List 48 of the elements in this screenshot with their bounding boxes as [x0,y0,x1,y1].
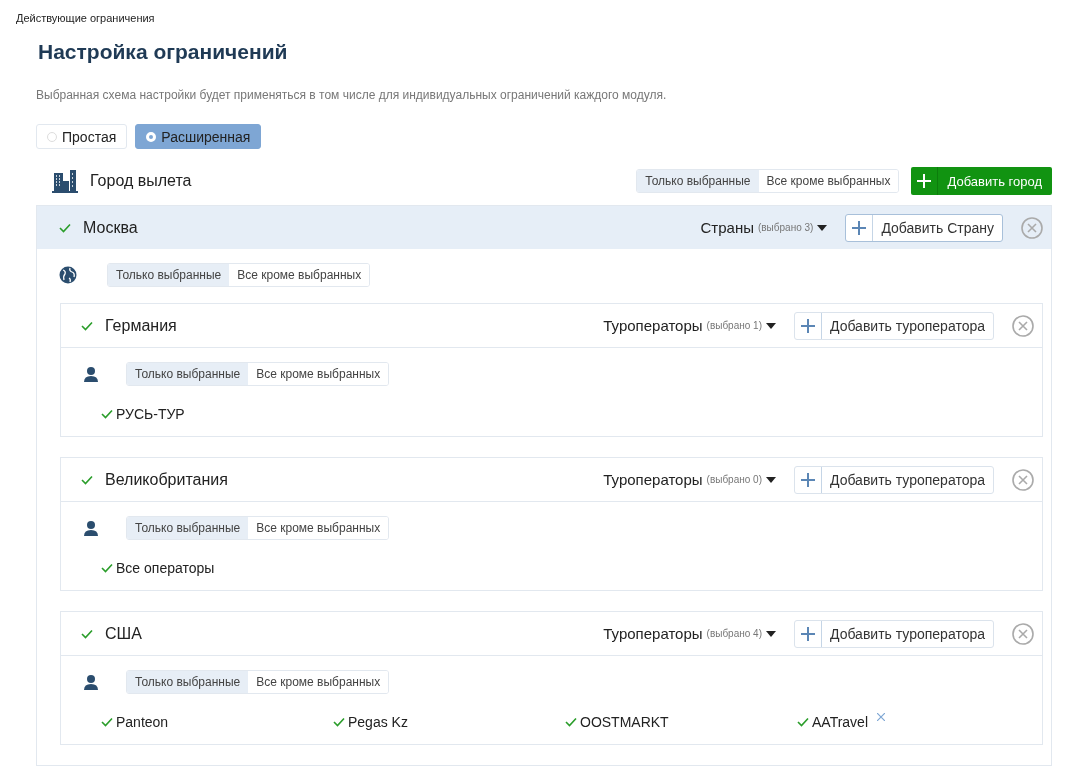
person-icon [83,520,99,536]
plus-icon [801,472,815,487]
section-title: Город вылета [90,172,192,190]
close-icon[interactable] [1012,622,1034,645]
operators-dropdown[interactable]: Туроператоры (выбрано 1) [603,317,776,334]
caret-icon [766,630,776,637]
globe-icon [59,266,77,284]
add-operator-button[interactable]: Добавить туроператора [794,465,994,494]
operator-name: Pegas Kz [348,714,408,730]
description: Выбранная схема настройки будет применяться в том числе для индивидуальных ограничений каждого модуля. [36,88,668,102]
plus-icon [801,626,815,641]
city-name: Москва [83,218,138,237]
plus-icon [801,318,815,333]
operators-dropdown[interactable]: Туроператоры (выбрано 0) [603,471,776,488]
close-icon[interactable] [1012,314,1034,337]
remove-icon[interactable] [877,713,885,721]
add-country-button[interactable]: Добавить Страну [845,213,1003,242]
operator-name: Все операторы [116,560,215,576]
operator-name: Panteon [116,714,169,730]
close-icon[interactable] [1012,468,1034,491]
operator-name: AATravel [812,714,868,730]
country-name: Германия [105,316,177,335]
filter-option[interactable]: Только выбранные [127,517,249,539]
caret-icon [817,224,828,231]
filter-option[interactable]: Только выбранные [127,671,249,693]
add-operator-button[interactable]: Добавить туроператора [794,619,994,648]
country-name: Великобритания [105,470,228,489]
filter-option[interactable]: Только выбранные [637,170,759,192]
add-operator-button[interactable]: Добавить туроператора [794,311,994,340]
breadcrumb: Действующие ограничения [15,11,155,24]
countries-dropdown[interactable]: Страны (выбрано 3) [700,219,828,236]
page-title: Настройка ограничений [38,40,288,64]
buildings-icon [52,169,78,193]
filter-option[interactable]: Только выбранные [108,264,230,286]
caret-icon [766,322,776,329]
filter-option[interactable]: Только выбранные [127,363,249,385]
person-icon [83,366,99,382]
mode-option[interactable]: Расширенная [135,124,262,149]
operator-name: OOSTMARKT [580,714,669,730]
plus-icon [852,220,867,235]
person-icon [83,674,99,690]
add-city-button[interactable]: Добавить город [911,167,1052,195]
country-name: США [105,624,142,643]
mode-option[interactable]: Простая [36,124,128,149]
operator-name: РУСЬ-ТУР [116,406,185,422]
operators-dropdown[interactable]: Туроператоры (выбрано 4) [603,625,776,642]
close-icon[interactable] [1021,216,1043,239]
caret-icon [766,476,776,483]
